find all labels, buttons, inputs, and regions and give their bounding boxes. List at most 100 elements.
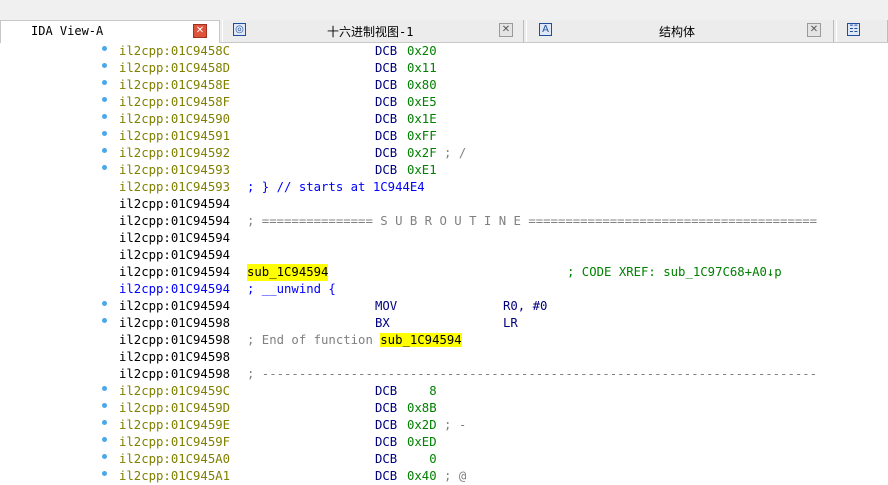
operand[interactable]: 0x2F ; /: [407, 145, 466, 162]
mnemonic[interactable]: DCB: [375, 383, 397, 400]
address[interactable]: il2cpp:01C9458E: [119, 77, 230, 94]
xref-comment[interactable]: ; CODE XREF: sub_1C97C68+A0↓p: [567, 264, 782, 281]
operand[interactable]: 0xE1: [407, 162, 437, 179]
breakpoint-dot-icon[interactable]: [102, 148, 107, 153]
operand[interactable]: 0xFF: [407, 128, 437, 145]
close-tab-hex-view-icon[interactable]: ✕: [499, 23, 513, 37]
address[interactable]: il2cpp:01C94594: [119, 213, 230, 230]
address[interactable]: il2cpp:01C9459C: [119, 383, 230, 400]
disasm-line[interactable]: il2cpp:01C94594 sub_1C94594 ; CODE XREF: s…: [0, 264, 888, 281]
address[interactable]: il2cpp:01C9458F: [119, 94, 230, 111]
mnemonic[interactable]: DCB: [375, 162, 397, 179]
disasm-line[interactable]: il2cpp:01C94593 ; } // starts at 1C944E4: [0, 179, 888, 196]
breakpoint-dot-icon[interactable]: [102, 46, 107, 51]
operand[interactable]: 0x40 ; @: [407, 468, 466, 485]
address[interactable]: il2cpp:01C9459F: [119, 434, 230, 451]
address[interactable]: il2cpp:01C94594: [119, 230, 230, 247]
operand[interactable]: 0x2D ; -: [407, 417, 466, 434]
breakpoint-dot-icon[interactable]: [102, 114, 107, 119]
address[interactable]: il2cpp:01C94590: [119, 111, 230, 128]
mnemonic[interactable]: DCB: [375, 400, 397, 417]
breakpoint-dot-icon[interactable]: [102, 386, 107, 391]
disasm-line[interactable]: il2cpp:01C94598 BX LR: [0, 315, 888, 332]
breakpoint-dot-icon[interactable]: [102, 63, 107, 68]
operand[interactable]: R0, #0: [503, 298, 547, 315]
mnemonic[interactable]: DCB: [375, 417, 397, 434]
close-tab-ida-view-a-icon[interactable]: ✕: [193, 24, 207, 38]
operand[interactable]: LR: [503, 315, 518, 332]
address[interactable]: il2cpp:01C94598: [119, 349, 230, 366]
disasm-line[interactable]: il2cpp:01C94593 DCB 0xE1: [0, 162, 888, 179]
mnemonic[interactable]: DCB: [375, 111, 397, 128]
mnemonic[interactable]: DCB: [375, 43, 397, 60]
mnemonic[interactable]: DCB: [375, 94, 397, 111]
mnemonic[interactable]: BX: [375, 315, 390, 332]
address[interactable]: il2cpp:01C9458C: [119, 43, 230, 60]
operand[interactable]: 0x80: [407, 77, 437, 94]
mnemonic[interactable]: DCB: [375, 60, 397, 77]
tab-ida-view-a[interactable]: IDA View-A ✕: [0, 20, 220, 43]
disasm-line[interactable]: il2cpp:01C945A1 DCB 0x40 ; @: [0, 468, 888, 485]
mnemonic[interactable]: MOV: [375, 298, 397, 315]
operand[interactable]: 0: [407, 451, 436, 468]
mnemonic[interactable]: DCB: [375, 451, 397, 468]
disasm-line[interactable]: il2cpp:01C94594 ; __unwind {: [0, 281, 888, 298]
disasm-line[interactable]: il2cpp:01C9458D DCB 0x11: [0, 60, 888, 77]
disasm-line[interactable]: il2cpp:01C94591 DCB 0xFF: [0, 128, 888, 145]
disasm-line[interactable]: il2cpp:01C94594 ; =============== S U B R…: [0, 213, 888, 230]
operand[interactable]: 0x20: [407, 43, 437, 60]
address[interactable]: il2cpp:01C94594: [119, 247, 230, 264]
operand[interactable]: 0x8B: [407, 400, 437, 417]
operand[interactable]: 0x1E: [407, 111, 437, 128]
operand[interactable]: 8: [407, 383, 436, 400]
disasm-line[interactable]: il2cpp:01C94590 DCB 0x1E: [0, 111, 888, 128]
address[interactable]: il2cpp:01C94594: [119, 264, 230, 281]
address[interactable]: il2cpp:01C94593: [119, 179, 230, 196]
tab-structures[interactable]: A 结构体 ✕: [526, 20, 834, 42]
breakpoint-dot-icon[interactable]: [102, 471, 107, 476]
tab-hex-view[interactable]: ◎ 十六进制视图-1 ✕: [222, 20, 524, 42]
breakpoint-dot-icon[interactable]: [102, 80, 107, 85]
disasm-line[interactable]: il2cpp:01C9458C DCB 0x20: [0, 43, 888, 60]
breakpoint-dot-icon[interactable]: [102, 403, 107, 408]
disasm-line[interactable]: il2cpp:01C94594: [0, 247, 888, 264]
breakpoint-dot-icon[interactable]: [102, 437, 107, 442]
breakpoint-dot-icon[interactable]: [102, 301, 107, 306]
disasm-line[interactable]: il2cpp:01C9458E DCB 0x80: [0, 77, 888, 94]
disasm-line[interactable]: il2cpp:01C9459D DCB 0x8B: [0, 400, 888, 417]
breakpoint-dot-icon[interactable]: [102, 318, 107, 323]
mnemonic[interactable]: DCB: [375, 77, 397, 94]
address[interactable]: il2cpp:01C94598: [119, 315, 230, 332]
address[interactable]: il2cpp:01C94591: [119, 128, 230, 145]
disasm-line[interactable]: il2cpp:01C9459C DCB 8: [0, 383, 888, 400]
address[interactable]: il2cpp:01C94594: [119, 298, 230, 315]
operand[interactable]: 0xE5: [407, 94, 437, 111]
breakpoint-dot-icon[interactable]: [102, 165, 107, 170]
disasm-line[interactable]: il2cpp:01C945A0 DCB 0: [0, 451, 888, 468]
breakpoint-dot-icon[interactable]: [102, 454, 107, 459]
address[interactable]: il2cpp:01C94598: [119, 332, 230, 349]
disasm-line[interactable]: il2cpp:01C94592 DCB 0x2F ; /: [0, 145, 888, 162]
disasm-line[interactable]: il2cpp:01C9459F DCB 0xED: [0, 434, 888, 451]
address[interactable]: il2cpp:01C94593: [119, 162, 230, 179]
address[interactable]: il2cpp:01C945A0: [119, 451, 230, 468]
address[interactable]: il2cpp:01C94594: [119, 281, 230, 298]
breakpoint-dot-icon[interactable]: [102, 97, 107, 102]
breakpoint-dot-icon[interactable]: [102, 131, 107, 136]
mnemonic[interactable]: DCB: [375, 468, 397, 485]
address[interactable]: il2cpp:01C945A1: [119, 468, 230, 485]
close-tab-structures-icon[interactable]: ✕: [807, 23, 821, 37]
function-name-ref[interactable]: sub_1C94594: [380, 333, 462, 347]
tab-enums[interactable]: ☷: [836, 20, 888, 42]
breakpoint-dot-icon[interactable]: [102, 420, 107, 425]
mnemonic[interactable]: DCB: [375, 145, 397, 162]
disassembly-view[interactable]: il2cpp:01C9458C DCB 0x20 il2cpp:01C9458D DCB…: [0, 43, 888, 485]
address[interactable]: il2cpp:01C94598: [119, 366, 230, 383]
disasm-line[interactable]: il2cpp:01C94594 MOV R0, #0: [0, 298, 888, 315]
mnemonic[interactable]: DCB: [375, 434, 397, 451]
address[interactable]: il2cpp:01C9458D: [119, 60, 230, 77]
operand[interactable]: 0x11: [407, 60, 437, 77]
address[interactable]: il2cpp:01C9459D: [119, 400, 230, 417]
address[interactable]: il2cpp:01C94592: [119, 145, 230, 162]
mnemonic[interactable]: DCB: [375, 128, 397, 145]
